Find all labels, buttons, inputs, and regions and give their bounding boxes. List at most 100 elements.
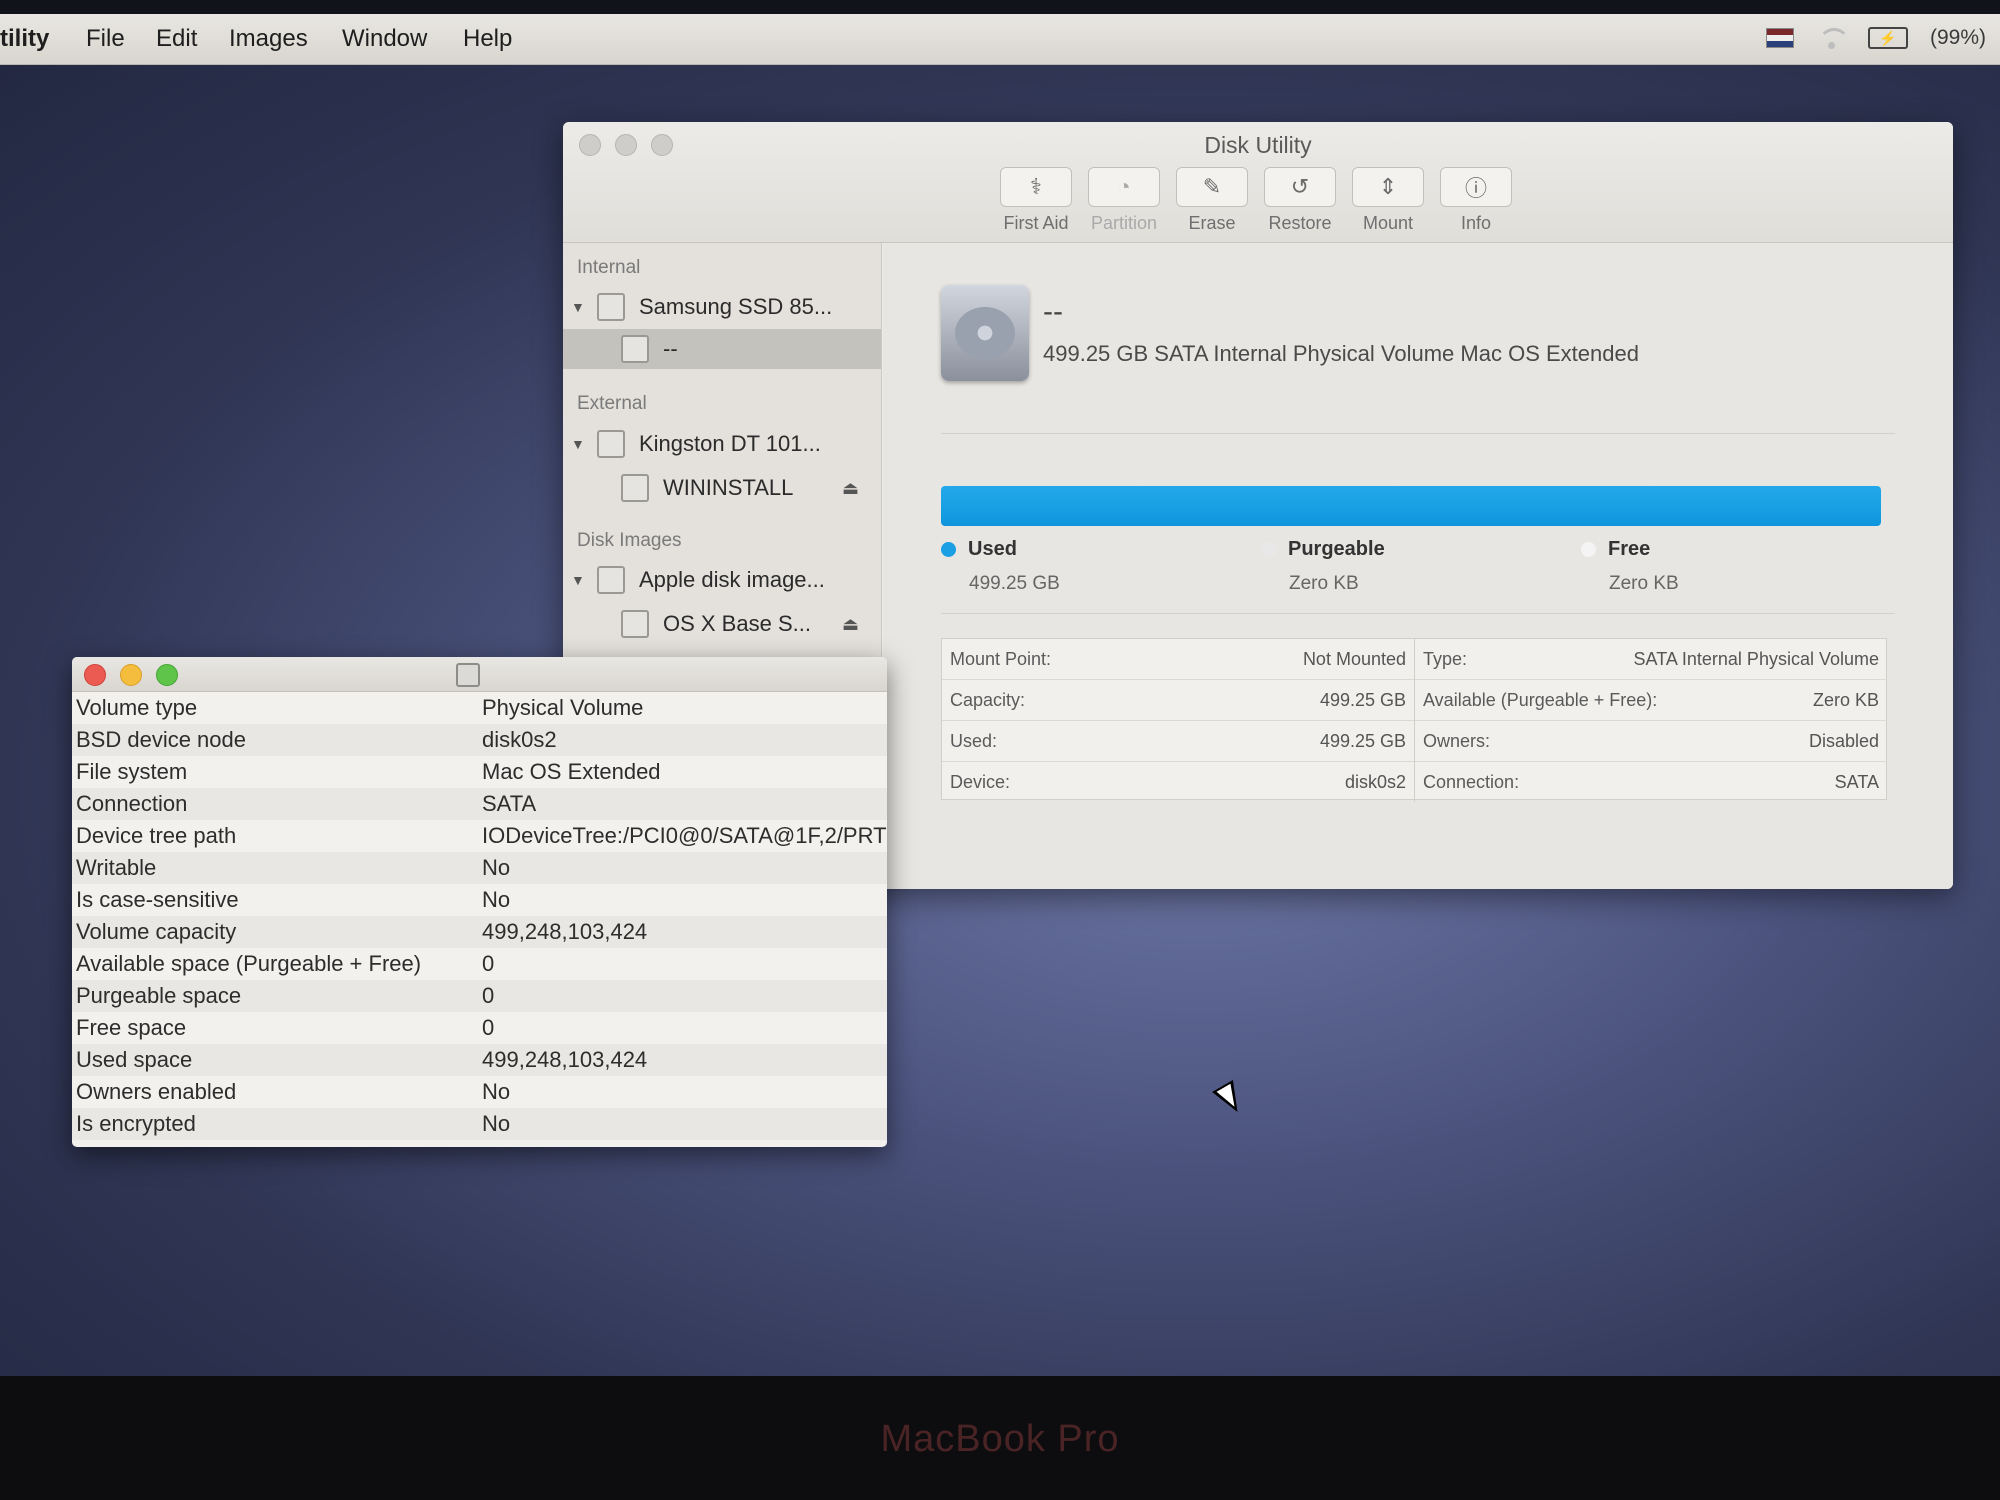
- eject-icon[interactable]: ⏏: [842, 614, 859, 635]
- menu-file[interactable]: File: [86, 25, 125, 53]
- sidebar-item-wininstall[interactable]: WININSTALL ⏏: [563, 468, 881, 508]
- info-panel-key: Is encrypted: [76, 1111, 196, 1136]
- eject-icon[interactable]: ⏏: [842, 478, 859, 499]
- info-key: Owners:: [1423, 730, 1491, 751]
- window-controls: [84, 664, 178, 686]
- menu-images[interactable]: Images: [229, 25, 308, 53]
- battery-icon[interactable]: ⚡: [1867, 27, 1908, 49]
- sidebar-item-volume[interactable]: --: [563, 329, 881, 369]
- info-panel-key: Volume type: [76, 695, 198, 720]
- info-panel-key: Free space: [76, 1015, 187, 1040]
- divider: [941, 613, 1895, 614]
- info-row-connection: Connection: SATA: [1415, 762, 1887, 802]
- info-row-mount-point: Mount Point: Not Mounted: [942, 639, 1414, 680]
- partition-icon: ◔: [1088, 167, 1160, 207]
- legend-used-value: 499.25 GB: [969, 573, 1060, 594]
- info-panel-value: 499,248,103,424: [482, 1047, 648, 1072]
- info-value: disk0s2: [1344, 771, 1406, 792]
- disk-icon: [456, 663, 480, 687]
- info-panel-row: Is encrypted No: [72, 1108, 887, 1140]
- info-panel-row: Used space 499,248,103,424: [72, 1044, 887, 1076]
- usage-bar-used: [941, 486, 1881, 526]
- disclosure-triangle-icon[interactable]: ▼: [571, 572, 585, 588]
- legend-used: Used 499.25 GB: [941, 538, 1060, 595]
- menu-app-name[interactable]: tility: [0, 25, 49, 53]
- erase-label: Erase: [1188, 213, 1236, 233]
- info-row-capacity: Capacity: 499.25 GB: [942, 680, 1414, 721]
- info-value: 499.25 GB: [1319, 689, 1406, 710]
- info-column-right: Type: SATA Internal Physical Volume Avail…: [1414, 639, 1887, 802]
- volume-detail-pane: -- 499.25 GB SATA Internal Physical Volu…: [883, 243, 1953, 889]
- info-row-type: Type: SATA Internal Physical Volume: [1415, 639, 1887, 680]
- sidebar-item-samsung-ssd[interactable]: ▼ Samsung SSD 85...: [563, 287, 881, 327]
- sidebar-item-os-x-base[interactable]: OS X Base S... ⏏: [563, 604, 881, 644]
- legend-purgeable-dot: [1261, 542, 1276, 557]
- stethoscope-icon: ⚕: [1000, 167, 1072, 207]
- legend-free-dot: [1581, 542, 1596, 557]
- volume-icon: [621, 610, 649, 638]
- info-button[interactable]: ⓘ Info: [1440, 167, 1512, 234]
- close-button[interactable]: [84, 664, 106, 686]
- zoom-button[interactable]: [156, 664, 178, 686]
- restore-icon: ↺: [1264, 167, 1336, 207]
- divider: [941, 433, 1895, 434]
- menu-help[interactable]: Help: [463, 25, 512, 53]
- legend-used-name: Used: [968, 538, 1017, 560]
- info-panel-row: Owners enabled No: [72, 1076, 887, 1108]
- erase-icon: ✎: [1176, 167, 1248, 207]
- first-aid-button[interactable]: ⚕ First Aid: [1000, 167, 1072, 234]
- partition-button[interactable]: ◔ Partition: [1088, 167, 1160, 234]
- disk-icon: [597, 566, 625, 594]
- info-panel-value: 0: [482, 983, 495, 1008]
- info-panel-key: Connection: [76, 791, 188, 816]
- wifi-icon[interactable]: [1816, 28, 1850, 49]
- volume-name: --: [1043, 295, 1063, 328]
- info-key: Mount Point:: [950, 648, 1052, 669]
- sidebar-item-label: Samsung SSD 85...: [639, 294, 833, 319]
- sidebar-item-kingston[interactable]: ▼ Kingston DT 101...: [563, 424, 881, 464]
- menu-edit[interactable]: Edit: [156, 25, 197, 53]
- disclosure-triangle-icon[interactable]: ▼: [571, 299, 585, 315]
- usage-bar: [941, 486, 1881, 526]
- menu-window[interactable]: Window: [342, 25, 427, 53]
- info-panel-rows: Volume type Physical Volume BSD device no…: [72, 692, 887, 1140]
- disclosure-triangle-icon[interactable]: ▼: [571, 436, 585, 452]
- info-panel-value: SATA: [482, 791, 537, 816]
- info-value: Zero KB: [1812, 689, 1879, 710]
- legend-purgeable: Purgeable Zero KB: [1261, 538, 1385, 595]
- info-panel-value: Mac OS Extended: [482, 759, 661, 784]
- sidebar-item-apple-disk-image[interactable]: ▼ Apple disk image...: [563, 560, 881, 600]
- info-panel-key: BSD device node: [76, 727, 246, 752]
- legend-free: Free Zero KB: [1581, 538, 1679, 595]
- sidebar-item-label: --: [663, 336, 678, 361]
- info-panel-key: Available space (Purgeable + Free): [76, 951, 422, 976]
- info-panel-row: Connection SATA: [72, 788, 887, 820]
- legend-free-name: Free: [1608, 538, 1651, 560]
- info-key: Device:: [950, 771, 1011, 792]
- restore-button[interactable]: ↺ Restore: [1264, 167, 1336, 234]
- info-panel-row: Available space (Purgeable + Free) 0: [72, 948, 887, 980]
- minimize-button[interactable]: [120, 664, 142, 686]
- input-source-flag-icon[interactable]: [1765, 28, 1794, 48]
- info-row-device: Device: disk0s2: [942, 762, 1414, 802]
- info-panel-value: Physical Volume: [482, 695, 644, 720]
- info-key: Capacity:: [950, 689, 1026, 710]
- disk-icon: [597, 293, 625, 321]
- info-panel-row: File system Mac OS Extended: [72, 756, 887, 788]
- info-label: Info: [1460, 213, 1492, 233]
- info-key: Available (Purgeable + Free):: [1423, 689, 1658, 710]
- volume-icon: [621, 474, 649, 502]
- info-panel-key: Writable: [76, 855, 157, 880]
- volume-description: 499.25 GB SATA Internal Physical Volume …: [1043, 341, 1639, 366]
- title-bar: Disk Utility ⚕ First Aid ◔ Partition ✎ E…: [563, 122, 1953, 243]
- mount-button[interactable]: ⇕ Mount: [1352, 167, 1424, 234]
- info-panel-key: Purgeable space: [76, 983, 242, 1008]
- info-panel-key: Owners enabled: [76, 1079, 237, 1104]
- erase-button[interactable]: ✎ Erase: [1176, 167, 1248, 234]
- sidebar-item-label: WININSTALL: [663, 475, 794, 500]
- sidebar-section-external: External: [577, 393, 647, 414]
- restore-label: Restore: [1268, 213, 1332, 233]
- info-value: Disabled: [1808, 730, 1879, 751]
- info-row-owners: Owners: Disabled: [1415, 721, 1887, 762]
- info-row-used: Used: 499.25 GB: [942, 721, 1414, 762]
